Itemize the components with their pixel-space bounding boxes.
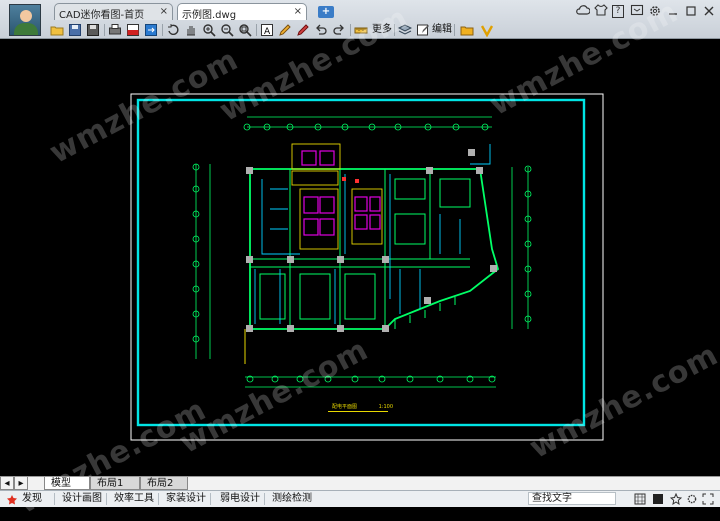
help-icon[interactable]: ? [612, 5, 624, 18]
skin-icon[interactable] [594, 4, 608, 18]
background-color-icon[interactable] [652, 493, 664, 509]
pdf-export-icon[interactable] [126, 23, 140, 37]
settings-icon[interactable] [686, 493, 698, 509]
edit-button[interactable]: 编辑 [432, 23, 452, 37]
save-icon[interactable] [68, 23, 82, 37]
status-item-home-design[interactable]: 家装设计 [166, 493, 206, 505]
status-item-efficiency[interactable]: 效率工具 [114, 493, 154, 505]
rotate-icon[interactable] [166, 23, 180, 37]
pan-hand-icon[interactable] [184, 23, 198, 37]
vip-icon[interactable] [480, 23, 494, 38]
plan-title: 配电平面图 1:100 [332, 403, 393, 410]
status-item-low-voltage[interactable]: 弱电设计 [220, 493, 260, 505]
plan-scale-text: 1:100 [378, 404, 394, 410]
tab-drawing-label: 示例图.dwg [182, 10, 237, 20]
add-tab-button[interactable]: + [318, 6, 334, 18]
tab-home[interactable]: CAD迷你看图-首页 × [54, 3, 173, 20]
status-bar: 发现 设计画图 效率工具 家装设计 弱电设计 测绘检测 查找文字 [0, 490, 720, 507]
markup-pen-icon[interactable] [296, 23, 310, 37]
open-folder-icon[interactable] [50, 23, 64, 37]
sheet-tab-model[interactable]: 模型 [44, 477, 90, 490]
discover-icon[interactable] [6, 493, 18, 509]
tab-home-label: CAD迷你看图-首页 [59, 10, 145, 20]
close-icon[interactable] [702, 4, 716, 18]
zoom-extents-icon[interactable] [238, 23, 252, 37]
tab-drawing-close-icon[interactable]: × [294, 6, 302, 17]
user-avatar[interactable] [9, 4, 41, 36]
tab-drawing[interactable]: 示例图.dwg × [177, 3, 307, 20]
convert-icon[interactable] [144, 23, 158, 37]
cloud-icon[interactable] [576, 4, 591, 18]
text-tool-icon[interactable]: A [260, 23, 274, 37]
tab-home-close-icon[interactable]: × [160, 6, 168, 17]
sheet-nav-right-icon[interactable]: ▸ [14, 477, 28, 490]
zoom-out-icon[interactable] [220, 23, 234, 37]
find-text-input[interactable]: 查找文字 [528, 492, 616, 505]
status-item-discover[interactable]: 发现 [22, 493, 42, 505]
fullscreen-icon[interactable] [702, 493, 714, 509]
drawing-canvas[interactable]: wmzhe.com wmzhe.com wmzhe.com wmzhe.com … [0, 0, 720, 521]
save-as-icon[interactable] [86, 23, 100, 37]
plan-title-text: 配电平面图 [332, 404, 358, 410]
edit-icon[interactable] [416, 23, 430, 37]
maximize-icon[interactable] [684, 4, 698, 18]
sheet-tab-bar: ◂ ▸ 模型 布局1 布局2 [0, 476, 720, 491]
status-item-design[interactable]: 设计画图 [62, 493, 102, 505]
title-underline [328, 411, 388, 412]
folder-icon[interactable] [460, 23, 474, 37]
status-item-survey[interactable]: 测绘检测 [272, 493, 312, 505]
pencil-icon[interactable] [278, 23, 292, 37]
favorite-star-icon[interactable] [669, 492, 683, 509]
sheet-tab-layout1[interactable]: 布局1 [90, 477, 140, 490]
undo-icon[interactable] [314, 23, 328, 37]
grid-icon[interactable] [634, 493, 646, 509]
svg-text:A: A [264, 27, 271, 37]
sheet-nav-left-icon[interactable]: ◂ [0, 477, 14, 490]
sheet-tab-layout2[interactable]: 布局2 [140, 477, 188, 490]
zoom-in-icon[interactable] [202, 23, 216, 37]
print-icon[interactable] [108, 23, 122, 37]
